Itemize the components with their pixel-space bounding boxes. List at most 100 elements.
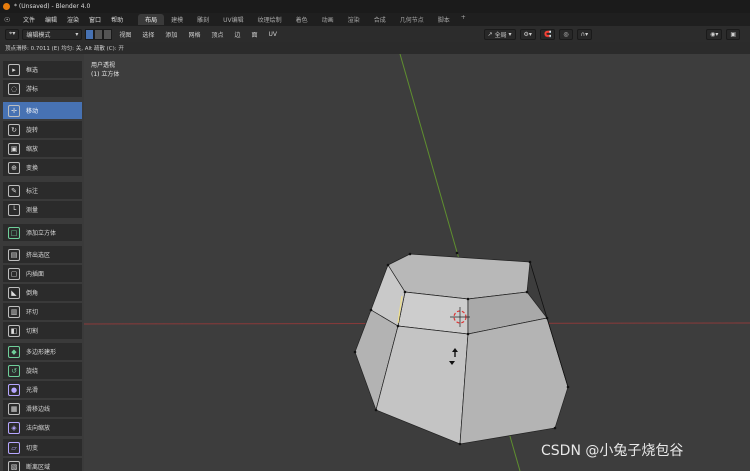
snap-icon[interactable]: 🧲 xyxy=(539,28,556,40)
menu-window[interactable]: 窗口 xyxy=(84,15,106,24)
rotate-icon: ↻ xyxy=(8,123,20,136)
visibility-icon[interactable]: ◉▾ xyxy=(706,28,723,40)
header-menu-mesh[interactable]: 网格 xyxy=(184,30,204,39)
inset-icon: ▢ xyxy=(8,267,20,280)
chevron-down-icon: ▾ xyxy=(75,30,79,38)
tab-geometry-nodes[interactable]: 几何节点 xyxy=(393,14,431,25)
blender-menu-icon[interactable]: ☉ xyxy=(4,16,14,24)
orientation-icon: ↗ xyxy=(487,30,495,38)
tool-label: 环切 xyxy=(26,309,39,316)
measure-icon: └ xyxy=(8,203,20,216)
tool-extrude[interactable]: ▤ 挤出选区 xyxy=(3,246,82,263)
mode-selector[interactable]: 编辑模式 ▾ xyxy=(22,28,83,40)
select-box-icon: ▸ xyxy=(8,63,20,76)
tool-measure[interactable]: └ 测量 xyxy=(3,201,82,218)
tool-label: 光滑 xyxy=(26,387,39,394)
tab-texture-paint[interactable]: 纹理绘制 xyxy=(251,14,289,25)
tool-shrink-fatten[interactable]: ◈ 法向缩放 xyxy=(3,419,82,436)
menu-file[interactable]: 文件 xyxy=(18,15,40,24)
tool-transform[interactable]: ⊕ 变换 xyxy=(3,159,82,176)
vertex-select-icon[interactable] xyxy=(85,28,95,40)
tool-label: 断离区域 xyxy=(26,464,51,471)
header-right-tools: ↗ 全局 ▾ ⚙▾ 🧲 ◎ ∩▾ ◉▾ ▣ xyxy=(483,28,740,40)
add-workspace-button[interactable]: + xyxy=(457,14,470,25)
viewport-header: ⌖▾ 编辑模式 ▾ 视图 选择 添加 网格 顶点 边 面 UV ↗ 全局 ▾ ⚙… xyxy=(0,26,750,42)
tool-edge-slide[interactable]: ▦ 滑移边线 xyxy=(3,400,82,417)
tool-inset[interactable]: ▢ 内插面 xyxy=(3,265,82,282)
tool-annotate[interactable]: ✎ 标注 xyxy=(3,182,82,199)
move-icon: ✛ xyxy=(8,104,20,117)
chevron-down-icon: ▾ xyxy=(506,30,512,38)
tool-label: 标注 xyxy=(26,188,39,195)
rip-icon: ▧ xyxy=(8,460,20,471)
tab-compositing[interactable]: 合成 xyxy=(367,14,393,25)
edge-slide-icon: ▦ xyxy=(8,402,20,415)
face-select-icon[interactable] xyxy=(103,28,113,40)
tool-add-cube[interactable]: □ 添加立方体 xyxy=(3,224,82,241)
edge-select-icon[interactable] xyxy=(94,28,104,40)
editor-type-button[interactable]: ⌖▾ xyxy=(5,28,20,40)
tool-label: 滑移边线 xyxy=(26,406,51,413)
tool-shear[interactable]: ▱ 切变 xyxy=(3,439,82,456)
tab-shading[interactable]: 着色 xyxy=(289,14,315,25)
tool-rip-region[interactable]: ▧ 断离区域 xyxy=(3,458,82,471)
tab-sculpting[interactable]: 雕刻 xyxy=(190,14,216,25)
tab-animation[interactable]: 动画 xyxy=(315,14,341,25)
tool-select-box[interactable]: ▸ 框选 xyxy=(3,61,82,78)
pivot-point-icon[interactable]: ⚙▾ xyxy=(519,28,536,40)
tool-label: 测量 xyxy=(26,207,39,214)
mode-label: 编辑模式 xyxy=(26,31,51,39)
loop-cut-icon: ▥ xyxy=(8,305,20,318)
header-menu-uv[interactable]: UV xyxy=(265,31,282,38)
orientation-label: 全局 xyxy=(494,31,507,39)
menu-help[interactable]: 帮助 xyxy=(106,15,128,24)
falloff-icon[interactable]: ∩▾ xyxy=(576,28,593,40)
3d-viewport[interactable] xyxy=(83,53,750,471)
tool-label: 添加立方体 xyxy=(26,230,57,237)
tab-scripting[interactable]: 脚本 xyxy=(431,14,457,25)
header-menu-edge[interactable]: 边 xyxy=(230,30,244,39)
tool-label: 多边形建形 xyxy=(26,349,57,356)
orientation-selector[interactable]: ↗ 全局 ▾ xyxy=(483,28,516,40)
tab-rendering[interactable]: 渲染 xyxy=(341,14,367,25)
tool-label: 旋转 xyxy=(26,127,39,134)
tool-label: 游标 xyxy=(26,86,39,93)
tool-label: 移动 xyxy=(26,108,39,115)
tool-loop-cut[interactable]: ▥ 环切 xyxy=(3,303,82,320)
tool-move[interactable]: ✛ 移动 xyxy=(3,102,82,119)
tool-knife[interactable]: ◧ 切割 xyxy=(3,322,82,339)
menu-edit[interactable]: 编辑 xyxy=(40,15,62,24)
tool-label: 倒角 xyxy=(26,290,39,297)
tool-spin[interactable]: ↺ 旋绕 xyxy=(3,362,82,379)
operator-status: 顶点滑移: 0.7011 (E) 均匀: 关, Alt 疏散 (C): 开 xyxy=(0,42,750,54)
tool-smooth[interactable]: ● 光滑 xyxy=(3,381,82,398)
add-cube-icon: □ xyxy=(8,226,20,239)
header-menu-view[interactable]: 视图 xyxy=(115,30,135,39)
blender-logo-icon xyxy=(3,3,10,10)
overlay-icon[interactable]: ▣ xyxy=(726,28,740,40)
bevel-icon: ◣ xyxy=(8,286,20,299)
knife-icon: ◧ xyxy=(8,324,20,337)
menu-render[interactable]: 渲染 xyxy=(62,15,84,24)
header-menu-vertex[interactable]: 顶点 xyxy=(207,30,227,39)
tool-rotate[interactable]: ↻ 旋转 xyxy=(3,121,82,138)
top-menu-bar: ☉ 文件 编辑 渲染 窗口 帮助 布局 建模 雕刻 UV编辑 纹理绘制 着色 动… xyxy=(0,13,750,26)
tool-scale[interactable]: ▣ 缩放 xyxy=(3,140,82,157)
tool-label: 框选 xyxy=(26,67,39,74)
header-menu-select[interactable]: 选择 xyxy=(138,30,158,39)
tool-label: 挤出选区 xyxy=(26,252,51,259)
viewport-canvas[interactable] xyxy=(83,53,750,471)
tool-poly-build[interactable]: ◆ 多边形建形 xyxy=(3,343,82,360)
tab-uv-editing[interactable]: UV编辑 xyxy=(216,14,251,25)
header-menu-add[interactable]: 添加 xyxy=(161,30,181,39)
tab-modeling[interactable]: 建模 xyxy=(164,14,190,25)
smooth-icon: ● xyxy=(8,383,20,396)
header-menu-face[interactable]: 面 xyxy=(247,30,261,39)
workspace-tabs: 布局 建模 雕刻 UV编辑 纹理绘制 着色 动画 渲染 合成 几何节点 脚本 + xyxy=(138,14,470,25)
tool-bevel[interactable]: ◣ 倒角 xyxy=(3,284,82,301)
tab-layout[interactable]: 布局 xyxy=(138,14,165,25)
spin-icon: ↺ xyxy=(8,364,20,377)
shrink-icon: ◈ xyxy=(8,421,20,434)
proportional-edit-icon[interactable]: ◎ xyxy=(559,28,573,40)
tool-cursor[interactable]: ◌ 游标 xyxy=(3,80,82,97)
